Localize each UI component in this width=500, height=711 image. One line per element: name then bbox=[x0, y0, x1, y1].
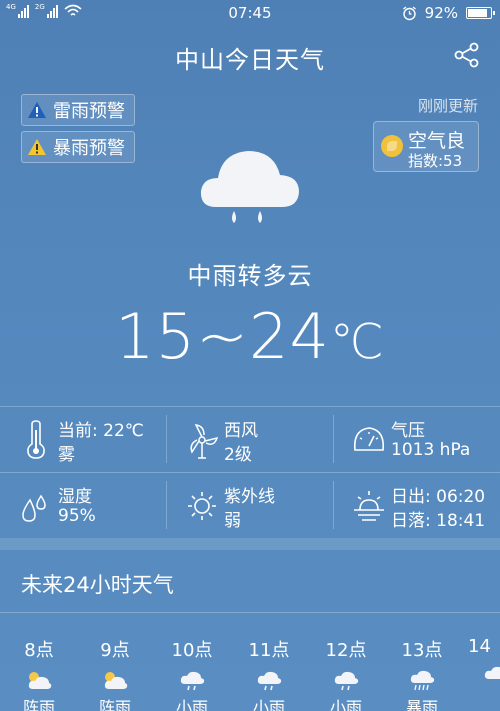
alert-thunderstorm[interactable]: 雷雨预警 bbox=[21, 94, 135, 126]
sun-cloud-icon bbox=[28, 672, 52, 689]
pressure-cell: 气压 1013 hPa bbox=[333, 407, 499, 472]
hourly-title: 未来24小时天气 bbox=[21, 573, 174, 597]
weather-details: 当前: 22℃ 雾 西风 2级 气压 1013 hPa 湿度 95% 紫外线 弱… bbox=[0, 406, 500, 536]
alert-label: 暴雨预警 bbox=[53, 138, 125, 159]
hour-item[interactable]: 9点 阵雨 bbox=[85, 636, 145, 711]
sunrise-icon bbox=[354, 491, 384, 521]
sun-cloud-icon bbox=[104, 672, 128, 689]
hour-item[interactable]: 13点 暴雨 bbox=[392, 636, 452, 711]
sun-cell: 日出: 06:20 日落: 18:41 bbox=[333, 473, 499, 538]
air-quality-label: 空气良 bbox=[408, 130, 466, 152]
current-temp-cell: 当前: 22℃ 雾 bbox=[0, 407, 166, 472]
hour-item[interactable]: 12点 小雨 bbox=[316, 636, 376, 711]
thermometer-icon bbox=[27, 420, 45, 459]
status-bar: 4G 2G 07:45 92% bbox=[0, 0, 500, 26]
section-divider bbox=[0, 538, 500, 550]
cloud-rain-icon bbox=[200, 151, 299, 223]
uv-cell: 紫外线 弱 bbox=[166, 473, 332, 538]
hour-item[interactable]: 10点 小雨 bbox=[162, 636, 222, 711]
weather-condition: 中雨转多云 bbox=[187, 262, 313, 290]
share-icon[interactable] bbox=[452, 40, 482, 70]
sun-icon bbox=[188, 492, 216, 520]
droplets-icon bbox=[22, 494, 46, 522]
cloud-rain-icon bbox=[257, 671, 282, 691]
humidity-cell: 湿度 95% bbox=[0, 473, 166, 538]
cloud-rain-icon bbox=[484, 666, 500, 679]
battery-icon bbox=[466, 7, 495, 19]
cloud-rain-icon bbox=[180, 671, 205, 691]
air-quality-index: 指数:53 bbox=[408, 152, 463, 170]
alarm-icon bbox=[402, 5, 416, 20]
warning-icon bbox=[28, 102, 46, 118]
cloud-rain-icon bbox=[334, 671, 359, 691]
page-title: 中山今日天气 bbox=[175, 46, 325, 74]
air-quality-badge[interactable]: 空气良 指数:53 bbox=[373, 121, 479, 172]
update-status: 刚刚更新 bbox=[417, 97, 478, 115]
hour-item[interactable]: 11点 小雨 bbox=[239, 636, 299, 711]
wind-icon bbox=[190, 424, 219, 459]
cloud-heavy-rain-icon bbox=[410, 670, 435, 691]
alert-label: 雷雨预警 bbox=[53, 101, 125, 122]
leaf-icon bbox=[381, 135, 403, 157]
gauge-icon bbox=[353, 427, 385, 451]
wind-cell: 西风 2级 bbox=[166, 407, 332, 472]
hour-item[interactable]: 14 bbox=[468, 636, 500, 689]
hour-item[interactable]: 8点 阵雨 bbox=[9, 636, 69, 711]
alert-rainstorm[interactable]: 暴雨预警 bbox=[21, 131, 135, 163]
battery-percent: 92% bbox=[424, 4, 458, 22]
temperature-range: 15~24℃ bbox=[115, 300, 385, 373]
warning-icon bbox=[28, 139, 46, 155]
